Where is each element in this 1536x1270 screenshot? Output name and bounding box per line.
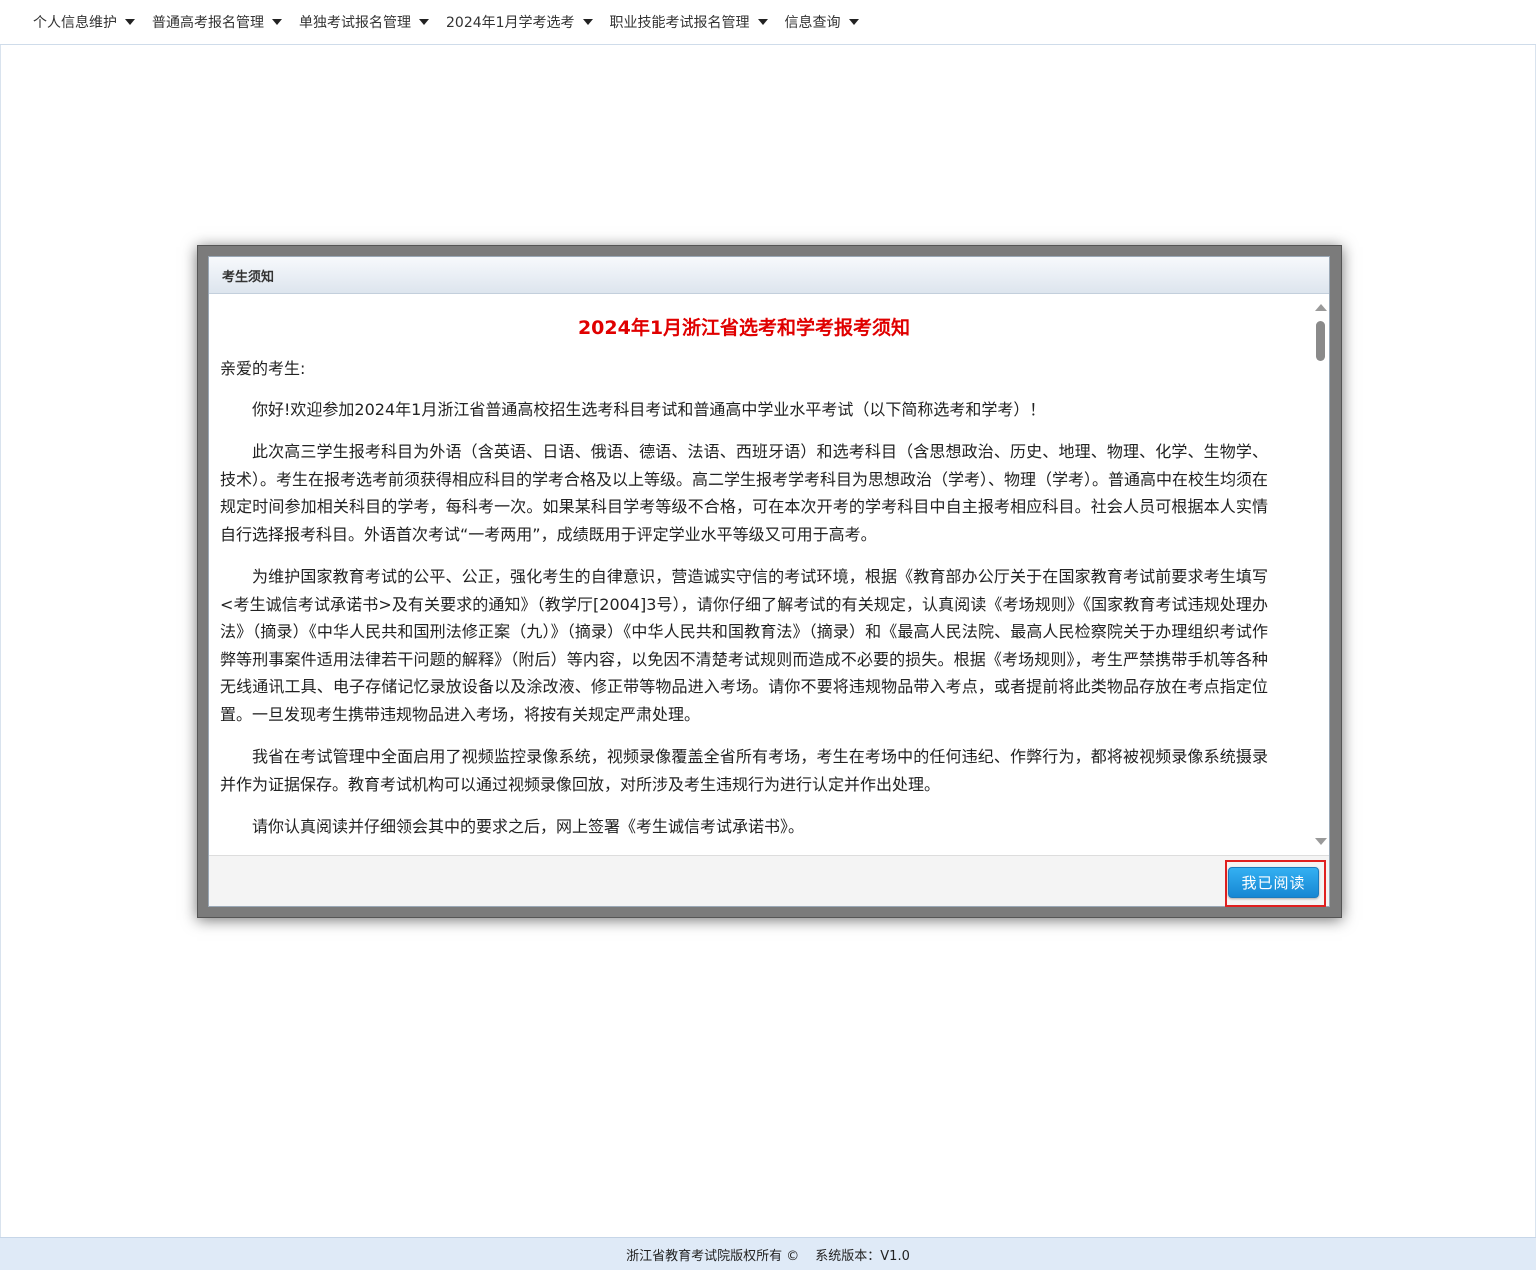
scroll-up-arrow-icon[interactable]	[1315, 304, 1327, 311]
candidate-notice-dialog: 考生须知 2024年1月浙江省选考和学考报考须知 亲爱的考生: 你好!欢迎参加2…	[208, 256, 1330, 907]
dialog-footer: 我已阅读	[209, 855, 1329, 907]
notice-greeting: 亲爱的考生:	[220, 359, 306, 378]
caret-down-icon	[272, 19, 282, 25]
nav-menu-label: 单独考试报名管理	[299, 15, 411, 31]
caret-down-icon	[757, 19, 768, 25]
button-highlight-box: 我已阅读	[1225, 860, 1326, 907]
nav-menu-vocational-exam-registration[interactable]: 职业技能考试报名管理	[610, 12, 768, 32]
nav-menu-label: 信息查询	[784, 15, 841, 31]
dialog-header-title: 考生须知	[222, 269, 275, 285]
modal-overlay-frame: 考生须知 2024年1月浙江省选考和学考报考须知 亲爱的考生: 你好!欢迎参加2…	[197, 245, 1342, 918]
nav-menu-label: 职业技能考试报名管理	[609, 15, 750, 31]
have-read-button[interactable]: 我已阅读	[1228, 867, 1319, 898]
nav-menu-personal-info[interactable]: 个人信息维护	[33, 12, 135, 32]
notice-content: 2024年1月浙江省选考和学考报考须知 亲爱的考生: 你好!欢迎参加2024年1…	[220, 294, 1268, 855]
page-footer: 浙江省教育考试院版权所有 © 系统版本：V1.0	[0, 1237, 1536, 1270]
nav-menu-label: 普通高考报名管理	[152, 15, 264, 31]
caret-down-icon	[419, 19, 429, 25]
notice-paragraph: 此次高三学生报考科目为外语（含英语、日语、俄语、德语、法语、西班牙语）和选考科目…	[220, 442, 1269, 544]
vertical-scrollbar[interactable]	[1312, 294, 1329, 855]
nav-menu-jan-2024-exams[interactable]: 2024年1月学考选考	[446, 12, 593, 32]
caret-down-icon	[125, 19, 135, 25]
caret-down-icon	[848, 19, 859, 25]
nav-menu-label: 2024年1月学考选考	[446, 15, 575, 31]
caret-down-icon	[582, 19, 593, 25]
nav-menu-info-query[interactable]: 信息查询	[785, 12, 859, 32]
scrollbar-thumb[interactable]	[1316, 321, 1325, 361]
copyright-text: 浙江省教育考试院版权所有 ©	[626, 1248, 800, 1264]
notice-paragraph: 为维护国家教育考试的公平、公正，强化考生的自律意识，营造诚实守信的考试环境，根据…	[220, 567, 1268, 724]
version-text: 系统版本：V1.0	[815, 1248, 910, 1264]
notice-paragraph: 你好!欢迎参加2024年1月浙江省普通高校招生选考科目考试和普通高中学业水平考试…	[252, 399, 1046, 419]
top-navigation-bar: 个人信息维护 普通高考报名管理 单独考试报名管理 2024年1月学考选考 职业技…	[0, 0, 1536, 45]
dialog-body[interactable]: 2024年1月浙江省选考和学考报考须知 亲爱的考生: 你好!欢迎参加2024年1…	[209, 294, 1329, 855]
notice-paragraph: 我省在考试管理中全面启用了视频监控录像系统，视频录像覆盖全省所有考场，考生在考场…	[220, 747, 1268, 794]
dialog-header: 考生须知	[209, 257, 1329, 294]
notice-paragraph: 请你认真阅读并仔细领会其中的要求之后，网上签署《考生诚信考试承诺书》。	[252, 817, 805, 836]
nav-menu-gaokao-registration[interactable]: 普通高考报名管理	[152, 12, 282, 32]
nav-menu-label: 个人信息维护	[33, 15, 117, 31]
notice-title: 2024年1月浙江省选考和学考报考须知	[577, 317, 911, 339]
nav-menu-separate-exam-registration[interactable]: 单独考试报名管理	[299, 12, 429, 32]
scroll-down-arrow-icon[interactable]	[1315, 838, 1327, 845]
